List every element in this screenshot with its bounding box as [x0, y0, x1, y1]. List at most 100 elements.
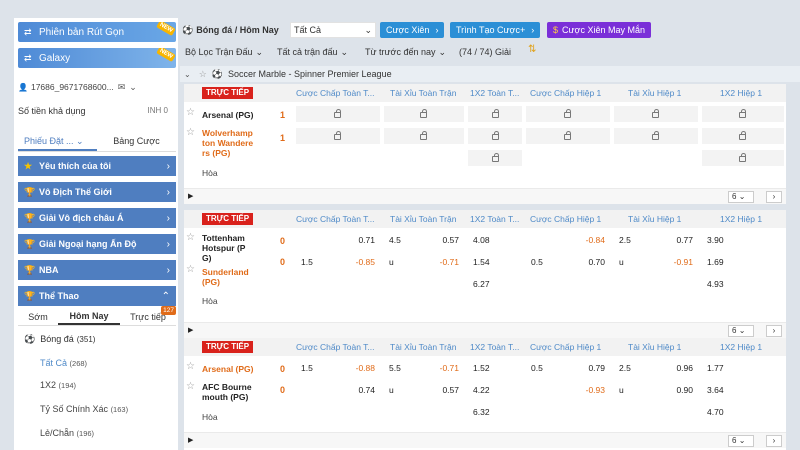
odds-cell-locked[interactable]: [468, 128, 522, 144]
tab-today[interactable]: Hôm Nay: [58, 308, 120, 325]
odds-cell[interactable]: 1.77: [702, 360, 784, 376]
odds-cell-locked[interactable]: [702, 128, 784, 144]
odds-cell-locked[interactable]: [296, 128, 380, 144]
match-filter-select[interactable]: Bộ Lọc Trận Đấu ⌄: [182, 44, 266, 60]
odds-cell[interactable]: 4.93: [702, 276, 784, 292]
handicap: u: [619, 257, 624, 267]
odds-cell[interactable]: 6.27: [468, 276, 522, 292]
all-matches-select[interactable]: Tất cả trận đấu ⌄: [274, 44, 351, 60]
odds-cell[interactable]: 1.69: [702, 254, 784, 270]
odds-cell[interactable]: -0.84: [526, 232, 610, 248]
sort-order-icon[interactable]: ⇅: [528, 44, 536, 55]
odds-cell-locked[interactable]: [702, 106, 784, 122]
star-icon[interactable]: ☆: [186, 264, 195, 275]
sidebar-item-world-cup[interactable]: 🏆 Vô Địch Thế Giới ›: [18, 182, 176, 202]
next-button[interactable]: ›: [766, 325, 782, 337]
sidebar-item-asian-cup[interactable]: 🏆 Giải Vô địch châu Á ›: [18, 208, 176, 228]
odds-cell-locked[interactable]: [384, 128, 464, 144]
league-header[interactable]: ⌄ ☆ ⚽ Soccer Marble - Spinner Premier Le…: [180, 66, 800, 82]
odds-cell[interactable]: u -0.91: [614, 254, 698, 270]
mobile-version-button[interactable]: ⇄ Phiên bản Rút Gọn NEW: [18, 22, 176, 42]
odds-cell-locked[interactable]: [468, 150, 522, 166]
star-icon[interactable]: ☆: [186, 232, 195, 243]
home-team: Arsenal (PG): [202, 110, 264, 120]
chevron-down-icon[interactable]: ⌄: [184, 70, 191, 79]
odds-cell-locked[interactable]: [702, 150, 784, 166]
next-button[interactable]: ›: [766, 435, 782, 447]
odds-cell[interactable]: 2.5 0.96: [614, 360, 698, 376]
odds-cell[interactable]: 3.90: [702, 232, 784, 248]
odds-cell[interactable]: 4.22: [468, 382, 522, 398]
odds-cell[interactable]: 5.5 -0.71: [384, 360, 464, 376]
star-icon[interactable]: ☆: [186, 127, 195, 138]
odds-cell[interactable]: 0.74: [296, 382, 380, 398]
mail-icon[interactable]: ✉: [118, 82, 126, 93]
bet-type-correct-score[interactable]: Tỷ Số Chính Xác (163): [18, 404, 176, 414]
odds-cell-locked[interactable]: [614, 128, 698, 144]
odds-cell-locked[interactable]: [526, 128, 610, 144]
odds-cell-locked[interactable]: [614, 106, 698, 122]
play-icon[interactable]: ▶: [188, 436, 198, 446]
parlay-button[interactable]: Cược Xiên ›: [380, 22, 445, 38]
sidebar-item-indian-league[interactable]: 🏆 Giải Ngoại hạng Ấn Độ ›: [18, 234, 176, 254]
odds-cell[interactable]: 4.70: [702, 404, 784, 420]
more-bets-value: 6: [732, 326, 737, 335]
odds-value: -0.71: [439, 257, 459, 267]
bet-type-1x2[interactable]: 1X2 (194): [18, 380, 176, 390]
sort-select[interactable]: Từ trước đến nay ⌄: [362, 44, 449, 60]
odds-value: -0.91: [673, 257, 693, 267]
bet-type-all[interactable]: Tất Cả (268): [18, 358, 176, 368]
lock-icon: [739, 131, 746, 140]
sport-soccer[interactable]: ⚽ Bóng đá (351): [18, 332, 176, 346]
galaxy-button[interactable]: ⇄ Galaxy NEW: [18, 48, 176, 68]
league-count[interactable]: (74 / 74) Giải: [456, 44, 514, 60]
play-icon[interactable]: ▶: [188, 326, 198, 336]
tab-bet-list[interactable]: Bảng Cược: [97, 132, 176, 151]
more-bets-select[interactable]: 6 ⌄: [728, 435, 754, 447]
tab-bet-slip[interactable]: Phiếu Đặt ... ⌄: [18, 132, 97, 151]
more-bets-select[interactable]: 6 ⌄: [728, 325, 754, 337]
odds-cell[interactable]: 2.5 0.77: [614, 232, 698, 248]
odds-cell[interactable]: u 0.90: [614, 382, 698, 398]
market-select[interactable]: Tất Cả ⌄: [290, 22, 376, 38]
chevron-down-icon[interactable]: ⌄: [129, 82, 137, 93]
star-icon[interactable]: ☆: [199, 69, 207, 80]
more-bets-select[interactable]: 6 ⌄: [728, 191, 754, 203]
bet-type-odd-even[interactable]: Lẻ/Chẵn (196): [18, 428, 176, 438]
tab-live[interactable]: Trực tiếp 127: [120, 306, 176, 325]
odds-cell-locked[interactable]: [384, 106, 464, 122]
sidebar-item-label: NBA: [39, 265, 59, 275]
odds-cell[interactable]: 0.5 0.70: [526, 254, 610, 270]
sidebar-item-nba[interactable]: 🏆 NBA ›: [18, 260, 176, 280]
odds-cell[interactable]: u -0.71: [384, 254, 464, 270]
odds-cell[interactable]: 4.08: [468, 232, 522, 248]
bet-type-count: (268): [69, 359, 88, 368]
sidebar-item-favorites[interactable]: ★ Yêu thích của tôi ›: [18, 156, 176, 176]
sports-header[interactable]: 🏆 Thể Thao ⌃: [18, 286, 176, 306]
tab-early[interactable]: Sớm: [18, 308, 58, 325]
odds-cell[interactable]: 4.5 0.57: [384, 232, 464, 248]
odds-cell[interactable]: 0.5 0.79: [526, 360, 610, 376]
lock-icon: [420, 131, 427, 140]
odds-cell[interactable]: 6.32: [468, 404, 522, 420]
lucky-parlay-button[interactable]: $ Cược Xiên May Mắn: [547, 22, 651, 38]
odds-cell[interactable]: 1.54: [468, 254, 522, 270]
odds-cell[interactable]: u 0.57: [384, 382, 464, 398]
odds-cell[interactable]: 1.5 -0.85: [296, 254, 380, 270]
odds-cell[interactable]: 1.5 -0.88: [296, 360, 380, 376]
next-button[interactable]: ›: [766, 191, 782, 203]
odds-cell-locked[interactable]: [468, 106, 522, 122]
odds-cell[interactable]: 1.52: [468, 360, 522, 376]
play-icon[interactable]: ▶: [188, 192, 198, 202]
star-icon[interactable]: ☆: [186, 361, 195, 372]
odds-cell[interactable]: 3.64: [702, 382, 784, 398]
parlay-label: Cược Xiên: [386, 25, 430, 35]
odds-cell[interactable]: 0.71: [296, 232, 380, 248]
create-bet-button[interactable]: Trình Tạo Cược+ ›: [450, 22, 541, 38]
odds-cell-locked[interactable]: [526, 106, 610, 122]
star-icon[interactable]: ☆: [186, 107, 195, 118]
odds-cell-locked[interactable]: [296, 106, 380, 122]
odds-cell[interactable]: -0.93: [526, 382, 610, 398]
star-icon[interactable]: ☆: [186, 381, 195, 392]
odds-value: -0.71: [439, 363, 459, 373]
